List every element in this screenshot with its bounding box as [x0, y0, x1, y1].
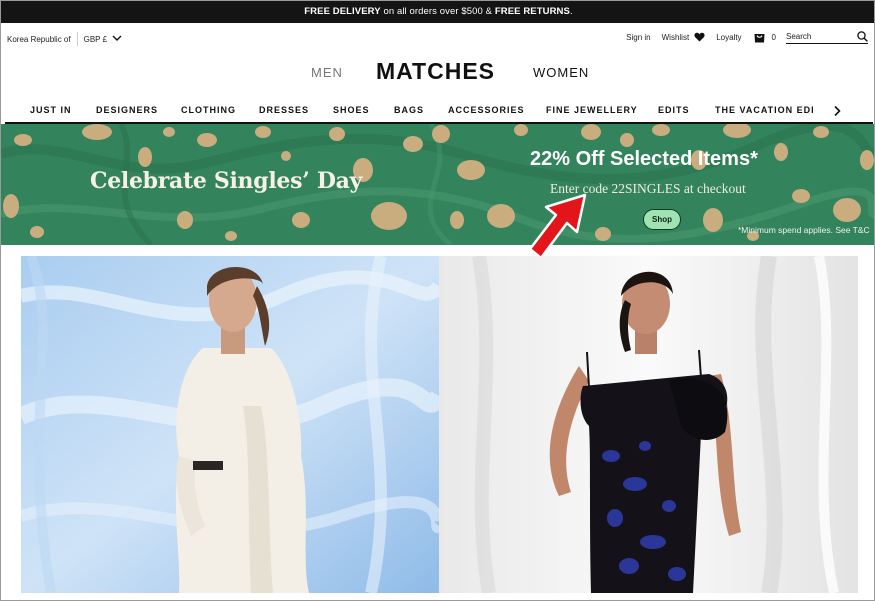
nav-shoes[interactable]: SHOES: [333, 105, 370, 115]
chevron-down-icon[interactable]: [112, 35, 122, 44]
search-input[interactable]: [786, 32, 850, 41]
shop-button[interactable]: Shop: [643, 209, 681, 230]
terms-link[interactable]: *Minimum spend applies. See T&C: [738, 225, 870, 235]
banner-title: Celebrate Singles’ Day: [90, 168, 363, 194]
bag-link[interactable]: 0: [753, 31, 776, 43]
search-icon[interactable]: [857, 31, 868, 42]
nav-bags[interactable]: BAGS: [394, 105, 424, 115]
nav-edits[interactable]: EDITS: [658, 105, 690, 115]
nav-dresses[interactable]: DRESSES: [259, 105, 309, 115]
hero-image-right[interactable]: [439, 256, 858, 593]
brand-row: MEN MATCHES WOMEN: [1, 56, 874, 86]
wishlist-label: Wishlist: [661, 32, 690, 42]
promo-returns: FREE RETURNS: [494, 6, 570, 17]
promo-text: on all orders over $500 &: [380, 6, 495, 17]
sign-in-link[interactable]: Sign in: [626, 33, 650, 42]
loyalty-link[interactable]: Loyalty: [716, 33, 741, 42]
currency-label[interactable]: GBP £: [84, 35, 107, 44]
promo-bar[interactable]: FREE DELIVERY on all orders over $500 & …: [1, 1, 874, 23]
hero-image-left[interactable]: [21, 256, 439, 593]
nav-designers[interactable]: DESIGNERS: [96, 105, 158, 115]
model-white-suit-image: [21, 256, 439, 593]
nav-accessories[interactable]: ACCESSORIES: [448, 105, 525, 115]
nav-vacation-edit[interactable]: THE VACATION EDIT: [715, 105, 813, 115]
heart-icon: [694, 32, 705, 42]
model-black-dress-image: [439, 256, 858, 593]
red-arrow-icon: [528, 193, 587, 260]
account-bar: Sign in Wishlist Loyalty 0: [615, 29, 868, 45]
nav-clothing[interactable]: CLOTHING: [181, 105, 236, 115]
chevron-right-icon[interactable]: [833, 104, 841, 122]
search-box[interactable]: [786, 30, 868, 44]
page-frame: FREE DELIVERY on all orders over $500 & …: [0, 0, 875, 601]
category-nav: JUST IN DESIGNERS CLOTHING DRESSES SHOES…: [1, 101, 874, 122]
bag-icon: [753, 31, 766, 43]
women-link[interactable]: WOMEN: [533, 65, 589, 80]
men-link[interactable]: MEN: [311, 65, 343, 80]
nav-just-in[interactable]: JUST IN: [30, 105, 72, 115]
matches-logo[interactable]: MATCHES: [376, 58, 495, 85]
nav-fine-jewellery[interactable]: FINE JEWELLERY: [546, 105, 638, 115]
promo-delivery: FREE DELIVERY: [304, 6, 381, 17]
promo-banner[interactable]: Celebrate Singles’ Day 22% Off Selected …: [1, 124, 874, 245]
offer-title: 22% Off Selected Items*: [530, 148, 758, 170]
locale-selector[interactable]: Korea Republic of GBP £: [7, 32, 122, 46]
divider: [76, 32, 78, 46]
bag-count: 0: [771, 32, 776, 42]
country-label[interactable]: Korea Republic of: [7, 35, 71, 44]
promo-end: .: [569, 6, 573, 17]
wishlist-link[interactable]: Wishlist: [662, 32, 706, 42]
